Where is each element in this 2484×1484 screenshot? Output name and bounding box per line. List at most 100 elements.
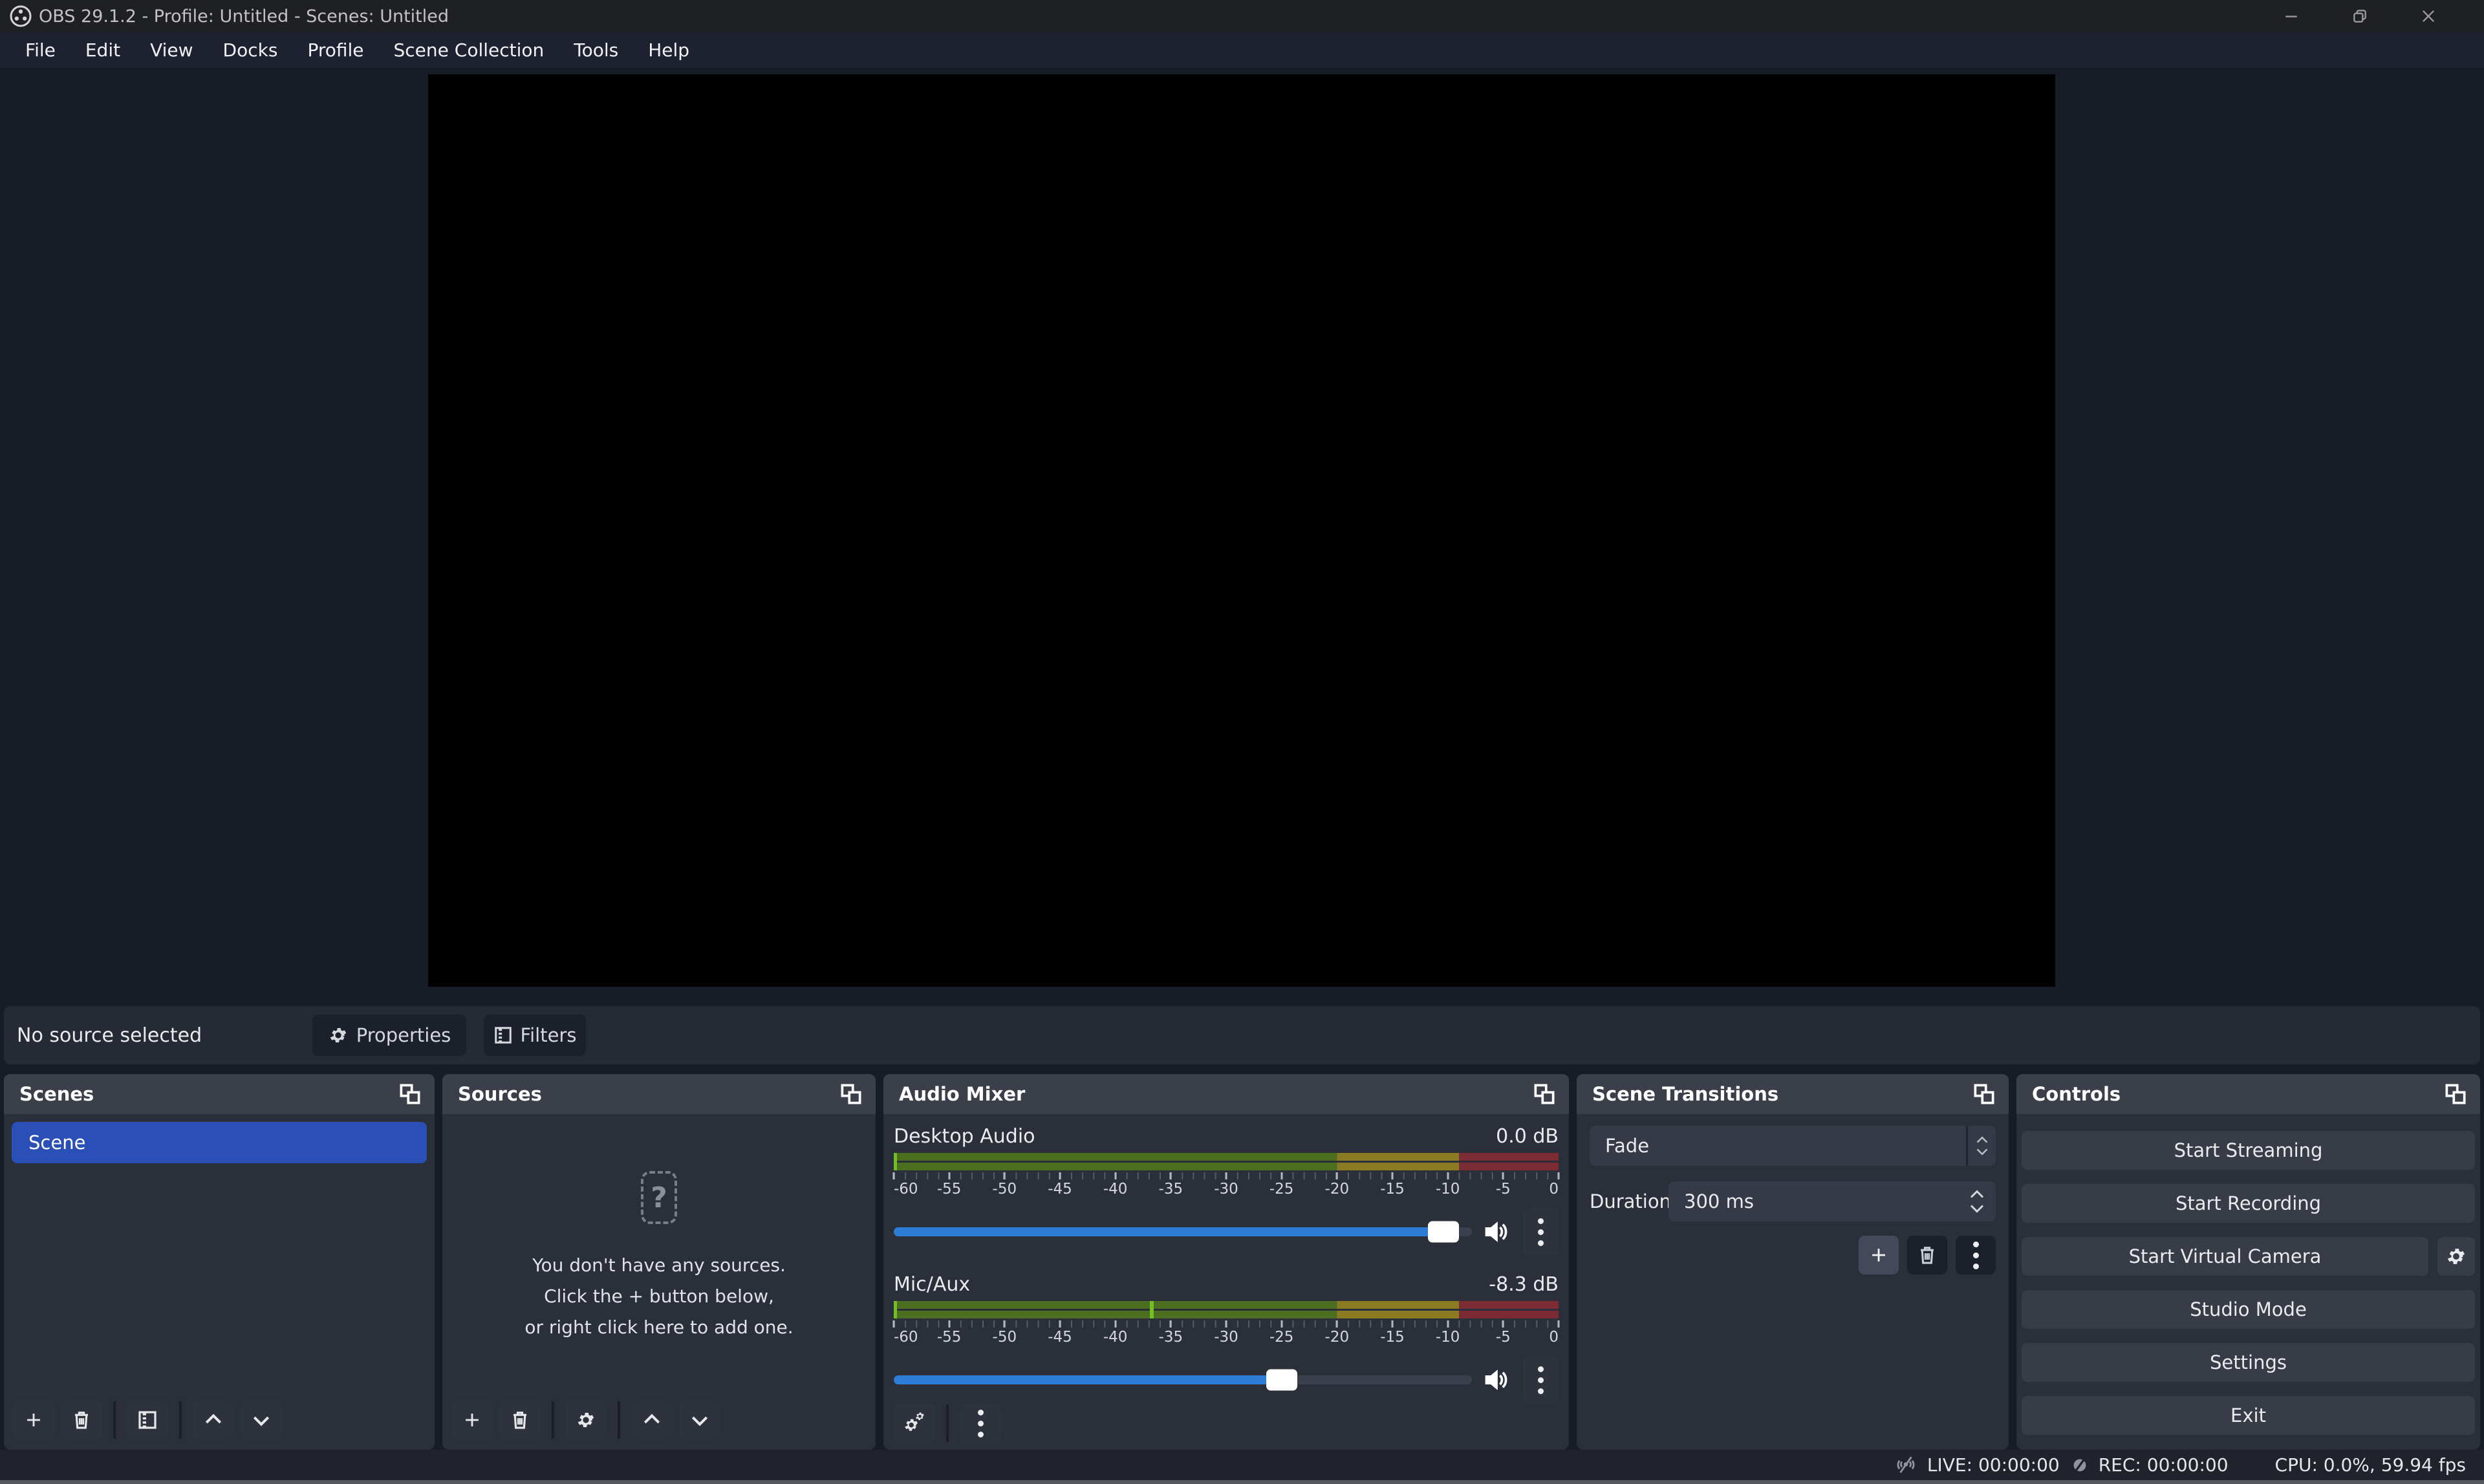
stream-off-icon (1894, 1454, 1918, 1476)
restore-button[interactable] (2346, 3, 2374, 29)
menu-item[interactable]: Docks (208, 32, 293, 68)
advanced-audio-button[interactable] (894, 1404, 935, 1443)
volume-slider-handle[interactable] (1266, 1370, 1297, 1391)
scene-list-item[interactable]: Scene (12, 1122, 427, 1163)
channel-level-value: -8.3 dB (1489, 1273, 1559, 1296)
popout-icon[interactable] (1533, 1082, 1556, 1106)
duration-spinbox[interactable]: 300 ms (1669, 1181, 1996, 1221)
studio-mode-button[interactable]: Studio Mode (2022, 1290, 2475, 1329)
plus-icon (461, 1409, 483, 1431)
add-scene-button[interactable] (13, 1401, 54, 1439)
audio-mixer-panel: Audio Mixer Desktop Audio 0.0 dB -60-55-… (883, 1074, 1569, 1450)
plus-icon (1868, 1244, 1890, 1266)
speaker-icon[interactable] (1482, 1218, 1512, 1245)
duration-row: Duration 300 ms (1590, 1181, 1996, 1221)
start-virtual-camera-button[interactable]: Start Virtual Camera (2022, 1237, 2428, 1276)
meter-tick-labels: -60-55-50-45-40-35-30-25-20-15-10-50 (894, 1181, 1559, 1201)
menu-item[interactable]: View (135, 32, 208, 68)
settings-button[interactable]: Settings (2022, 1343, 2475, 1382)
duration-spinner[interactable] (1963, 1189, 1996, 1214)
meter-ruler (894, 1320, 1559, 1328)
volume-slider[interactable] (894, 1227, 1472, 1236)
meter-scale: -60-55-50-45-40-35-30-25-20-15-10-50 (894, 1320, 1559, 1350)
preview-canvas[interactable] (428, 74, 2055, 987)
sources-panel-title: Sources (458, 1083, 542, 1105)
exit-button[interactable]: Exit (2022, 1396, 2475, 1435)
menu-item[interactable]: Profile (292, 32, 378, 68)
move-source-down-button[interactable] (679, 1401, 720, 1439)
add-source-button[interactable] (451, 1401, 493, 1439)
gear-icon (328, 1025, 349, 1046)
popout-icon[interactable] (2444, 1082, 2467, 1106)
unknown-source-icon: ? (641, 1171, 677, 1224)
controls-panel: Controls Start Streaming Start Recording… (2016, 1074, 2480, 1450)
audio-mixer-body: Desktop Audio 0.0 dB -60-55-50-45-40-35-… (883, 1114, 1569, 1450)
volume-slider[interactable] (894, 1375, 1472, 1384)
remove-source-button[interactable] (499, 1401, 541, 1439)
sources-panel-body[interactable]: ? You don't have any sources.Click the +… (442, 1114, 876, 1450)
menu-item[interactable]: Help (633, 32, 704, 68)
start-recording-button[interactable]: Start Recording (2022, 1184, 2475, 1223)
transition-select[interactable]: Fade (1590, 1126, 1996, 1166)
transition-select-spinner[interactable] (1966, 1126, 1996, 1166)
virtual-camera-config-button[interactable] (2437, 1237, 2475, 1276)
audio-mixer-header: Audio Mixer (883, 1074, 1569, 1114)
statusbar: LIVE: 00:00:00 REC: 00:00:00 CPU: 0.0%, … (0, 1450, 2484, 1480)
source-properties-button[interactable] (565, 1401, 607, 1439)
popout-icon[interactable] (398, 1082, 422, 1106)
empty-state-line: or right click here to add one. (524, 1312, 793, 1343)
speaker-icon[interactable] (1482, 1366, 1512, 1393)
channel-level-value: 0.0 dB (1496, 1125, 1559, 1148)
toolbar-separator (552, 1401, 554, 1439)
channel-options-button[interactable] (1522, 1356, 1559, 1404)
no-source-message: No source selected (17, 1006, 202, 1064)
scene-filters-button[interactable] (127, 1401, 168, 1439)
menu-item[interactable]: Scene Collection (379, 32, 559, 68)
remove-scene-button[interactable] (61, 1401, 102, 1439)
remove-transition-button[interactable] (1907, 1236, 1947, 1274)
move-scene-down-button[interactable] (241, 1401, 282, 1439)
trash-icon (70, 1409, 92, 1431)
mixer-options-button[interactable] (960, 1404, 1001, 1443)
kebab-icon (1538, 1218, 1544, 1246)
channel-options-button[interactable] (1522, 1208, 1559, 1256)
move-source-up-button[interactable] (631, 1401, 673, 1439)
rec-time: REC: 00:00:00 (2099, 1454, 2229, 1476)
sources-panel-header: Sources (442, 1074, 876, 1114)
transitions-toolbar (1590, 1236, 1996, 1274)
minimize-icon (2283, 8, 2300, 25)
transitions-panel-title: Scene Transitions (1592, 1083, 1778, 1105)
move-scene-up-button[interactable] (193, 1401, 234, 1439)
filters-button[interactable]: Filters (484, 1015, 586, 1056)
kebab-icon (1538, 1366, 1544, 1394)
minimize-button[interactable] (2277, 3, 2306, 29)
plus-icon (23, 1409, 45, 1431)
meter-ruler (894, 1172, 1559, 1179)
menu-item[interactable]: File (10, 32, 70, 68)
close-button[interactable] (2414, 3, 2443, 29)
chevron-up-icon (642, 1410, 662, 1430)
popout-icon[interactable] (1972, 1082, 1996, 1106)
add-transition-button[interactable] (1859, 1236, 1899, 1274)
meter-bar-left (894, 1153, 1559, 1161)
cpu-status: CPU: 0.0%, 59.94 fps (2275, 1454, 2466, 1476)
filters-label: Filters (521, 1024, 577, 1046)
empty-state-line: You don't have any sources. (524, 1250, 793, 1281)
chevron-down-icon (689, 1410, 710, 1430)
properties-button[interactable]: Properties (312, 1015, 466, 1056)
transition-options-button[interactable] (1956, 1236, 1996, 1274)
trash-icon (1916, 1244, 1938, 1266)
start-streaming-button[interactable]: Start Streaming (2022, 1131, 2475, 1170)
popout-icon[interactable] (839, 1082, 863, 1106)
window-controls (2277, 3, 2475, 29)
chevron-up-icon (203, 1410, 224, 1430)
menu-item[interactable]: Tools (559, 32, 633, 68)
obs-logo-icon (9, 5, 32, 28)
peak-marker (1150, 1301, 1154, 1318)
menu-item[interactable]: Edit (70, 32, 135, 68)
volume-slider-handle[interactable] (1428, 1221, 1459, 1243)
live-status: LIVE: 00:00:00 (1894, 1454, 2060, 1476)
meter-bar-right (894, 1163, 1559, 1170)
volume-slider-fill (894, 1375, 1287, 1384)
meter-scale: -60-55-50-45-40-35-30-25-20-15-10-50 (894, 1172, 1559, 1201)
